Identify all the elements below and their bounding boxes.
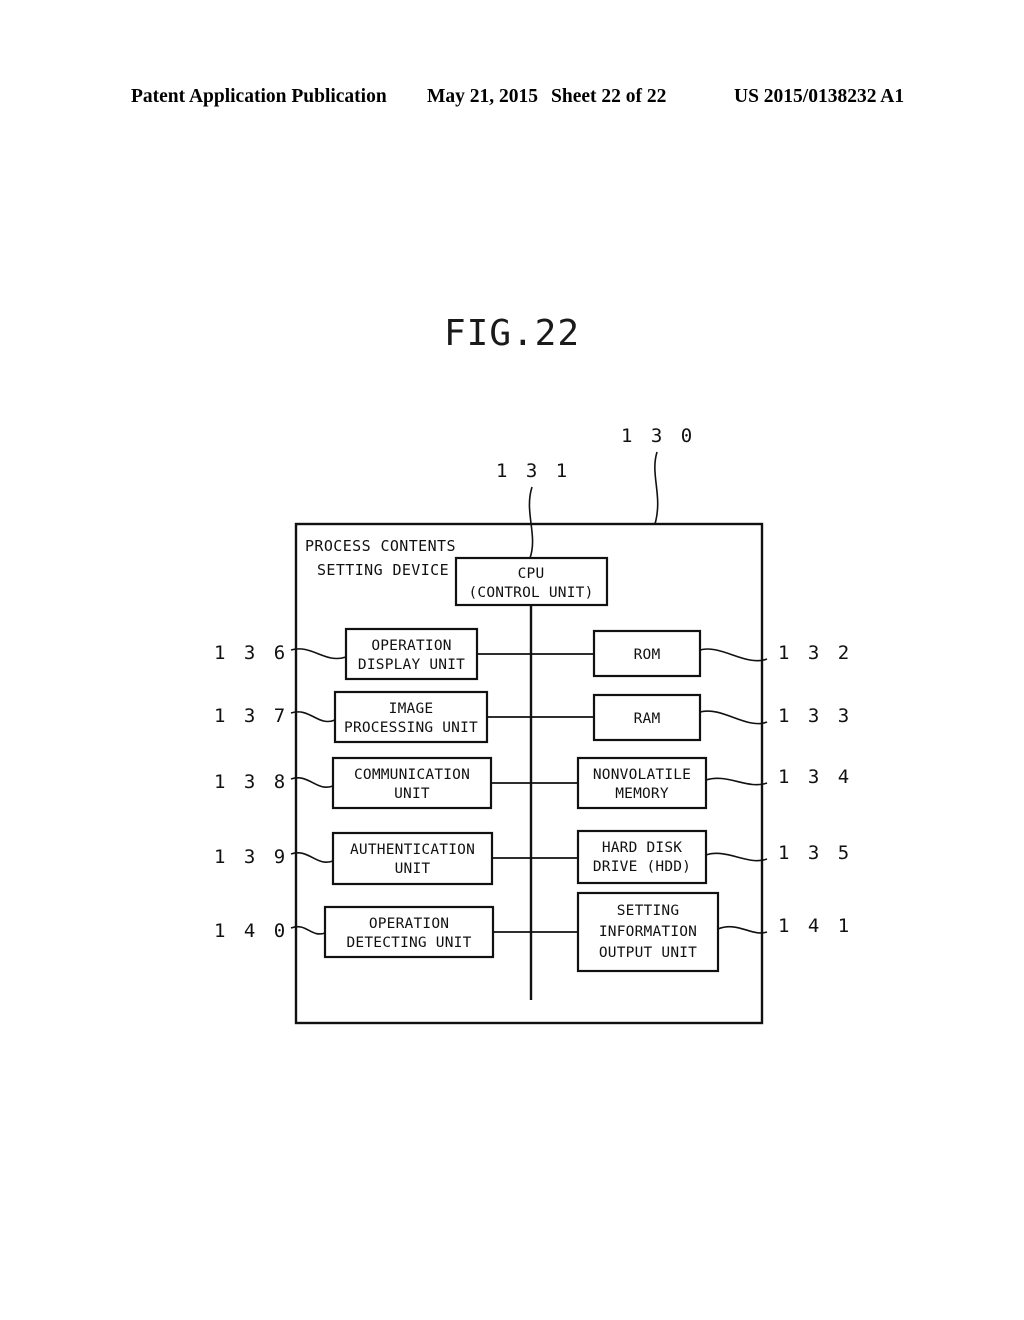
ref-label-136: 1 3 6 — [214, 642, 289, 664]
hard-disk-drive-label-line1: HARD DISK — [602, 840, 682, 856]
leader-line-133 — [699, 710, 768, 725]
ref-label-131: 1 3 1 — [496, 460, 571, 482]
setting-information-output-unit-label-line1: SETTING — [617, 903, 680, 919]
leader-line-131 — [528, 486, 534, 559]
leader-line-132 — [699, 648, 768, 662]
ref-label-130: 1 3 0 — [621, 425, 696, 447]
image-processing-unit-label-line2: PROCESSING UNIT — [344, 720, 478, 736]
operation-detecting-unit-label-line1: OPERATION — [369, 916, 449, 932]
communication-unit-label-line1: COMMUNICATION — [354, 767, 470, 783]
setting-information-output-unit-label-line3: OUTPUT UNIT — [599, 945, 697, 961]
nonvolatile-memory-label-line2: MEMORY — [615, 786, 669, 802]
block-diagram: PROCESS CONTENTS SETTING DEVICE 1 3 0 CP… — [0, 0, 1024, 1320]
leader-line-134 — [705, 777, 768, 786]
cpu-label-line2: (CONTROL UNIT) — [468, 585, 593, 601]
device-title-line2: SETTING DEVICE — [317, 561, 449, 579]
operation-display-unit-label-line1: OPERATION — [371, 638, 451, 654]
leader-line-137 — [290, 711, 336, 723]
leader-line-139 — [290, 852, 334, 863]
diagram-svg: PROCESS CONTENTS SETTING DEVICE 1 3 0 CP… — [214, 425, 853, 1025]
leader-line-135 — [705, 852, 768, 862]
setting-information-output-unit-label-line2: INFORMATION — [599, 924, 697, 940]
ref-label-141: 1 4 1 — [778, 915, 853, 937]
leader-line-136 — [290, 648, 347, 660]
communication-unit-label-line2: UNIT — [394, 786, 430, 802]
authentication-unit-label-line1: AUTHENTICATION — [350, 842, 475, 858]
ref-label-137: 1 3 7 — [214, 705, 289, 727]
ref-label-133: 1 3 3 — [778, 705, 853, 727]
authentication-unit-label-line2: UNIT — [395, 861, 431, 877]
leader-line-130 — [654, 451, 659, 525]
operation-display-unit-label-line2: DISPLAY UNIT — [358, 657, 465, 673]
cpu-label-line1: CPU — [518, 566, 545, 582]
hard-disk-drive-label-line2: DRIVE (HDD) — [593, 859, 691, 875]
image-processing-unit-label-line1: IMAGE — [389, 701, 434, 717]
operation-detecting-unit-label-line2: DETECTING UNIT — [346, 935, 471, 951]
ref-label-135: 1 3 5 — [778, 842, 853, 864]
hard-disk-drive-block — [576, 829, 708, 885]
device-title-line1: PROCESS CONTENTS — [305, 537, 456, 555]
ref-label-138: 1 3 8 — [214, 771, 289, 793]
rom-label: ROM — [634, 647, 661, 663]
leader-line-141 — [717, 925, 768, 934]
ref-label-140: 1 4 0 — [214, 920, 289, 942]
leader-line-138 — [290, 777, 334, 788]
ref-label-132: 1 3 2 — [778, 642, 853, 664]
ref-label-139: 1 3 9 — [214, 846, 289, 868]
ram-label: RAM — [634, 711, 661, 727]
nonvolatile-memory-label-line1: NONVOLATILE — [593, 767, 691, 783]
ref-label-134: 1 3 4 — [778, 766, 853, 788]
